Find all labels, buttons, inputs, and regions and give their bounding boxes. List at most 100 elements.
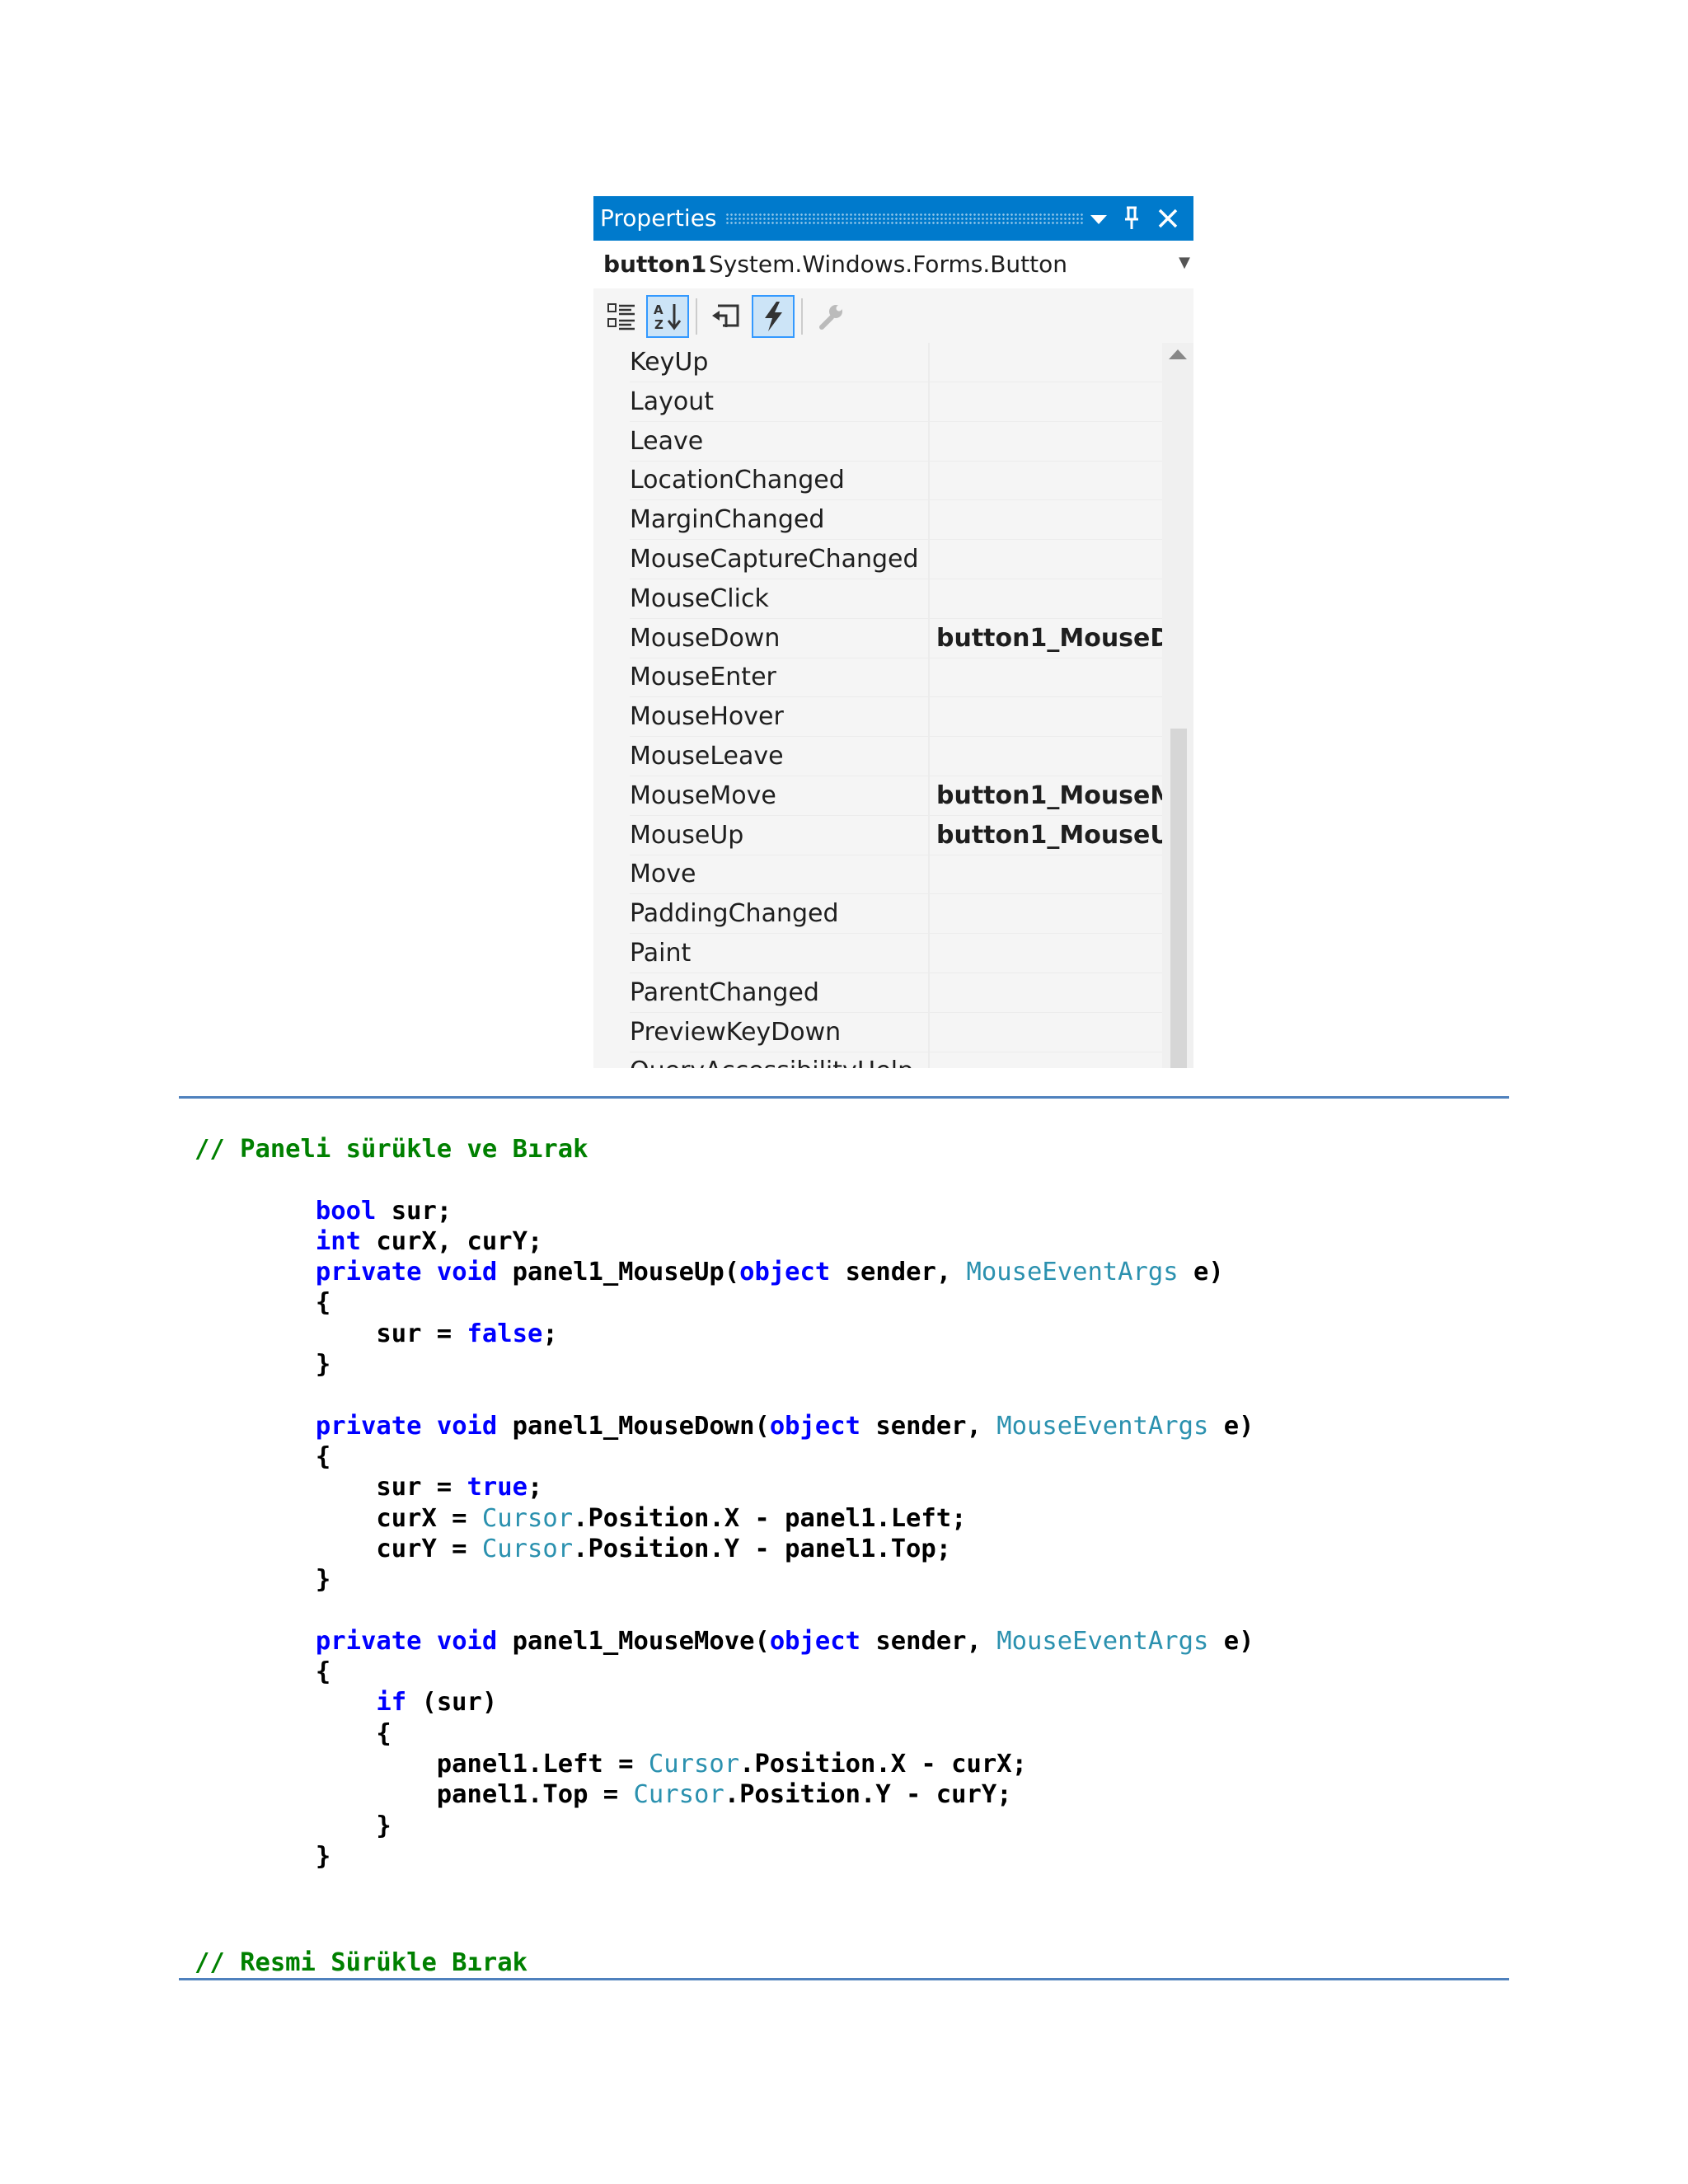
column-divider bbox=[928, 421, 930, 462]
scroll-up-arrow-icon[interactable] bbox=[1169, 349, 1187, 359]
close-icon[interactable] bbox=[1152, 201, 1184, 236]
property-value[interactable] bbox=[931, 579, 1162, 618]
chevron-down-icon[interactable] bbox=[1083, 201, 1114, 236]
code-token: void bbox=[436, 1258, 498, 1287]
code-line: if (sur) bbox=[195, 1687, 1513, 1718]
property-row[interactable]: MouseMove button1_MouseMove bbox=[593, 776, 1162, 816]
property-row[interactable]: Paint bbox=[593, 934, 1162, 973]
property-name: ParentChanged bbox=[630, 977, 819, 1007]
property-name: LocationChanged bbox=[630, 466, 845, 495]
code-token: } bbox=[195, 1565, 331, 1595]
code-token: false bbox=[467, 1319, 543, 1348]
property-value[interactable] bbox=[931, 855, 1162, 893]
column-divider bbox=[928, 658, 930, 698]
property-name: Leave bbox=[630, 426, 704, 456]
code-token: curX = bbox=[195, 1503, 482, 1533]
pin-icon[interactable] bbox=[1116, 201, 1147, 236]
code-token: panel1_MouseMove( bbox=[497, 1626, 770, 1656]
property-pages-icon[interactable] bbox=[809, 295, 852, 338]
code-token: .Position.Y - curY; bbox=[724, 1780, 1012, 1810]
code-line: } bbox=[195, 1841, 1513, 1872]
title-grip[interactable] bbox=[725, 213, 1083, 224]
categorized-icon[interactable] bbox=[600, 295, 643, 338]
property-row[interactable]: LocationChanged bbox=[593, 461, 1162, 501]
property-value[interactable] bbox=[931, 540, 1162, 579]
property-value[interactable] bbox=[931, 382, 1162, 421]
property-value[interactable] bbox=[931, 461, 1162, 499]
code-line: panel1.Left = Cursor.Position.X - curX; bbox=[195, 1749, 1513, 1779]
property-name: MouseMove bbox=[630, 780, 776, 810]
property-value[interactable]: button1_MouseUp bbox=[931, 816, 1162, 855]
property-row[interactable]: MouseClick bbox=[593, 579, 1162, 619]
toolbar-separator bbox=[801, 298, 803, 335]
property-value[interactable] bbox=[931, 422, 1162, 461]
property-name: MouseHover bbox=[630, 702, 784, 732]
code-token: Cursor bbox=[633, 1780, 724, 1810]
property-row[interactable]: PreviewKeyDown bbox=[593, 1012, 1162, 1052]
code-token: true bbox=[467, 1473, 528, 1502]
property-row[interactable]: PaddingChanged bbox=[593, 894, 1162, 935]
code-token: (sur) bbox=[406, 1688, 498, 1718]
property-row[interactable]: KeyUp bbox=[593, 343, 1162, 382]
code-token: panel1.Top = bbox=[195, 1780, 634, 1810]
property-row[interactable]: Layout bbox=[593, 382, 1162, 422]
code-token: .Position.Y - panel1.Top; bbox=[573, 1534, 952, 1563]
section-comment: // Resmi Sürükle Bırak bbox=[195, 1948, 528, 1977]
vertical-scrollbar[interactable] bbox=[1162, 343, 1193, 1068]
code-line: curX = Cursor.Position.X - panel1.Left; bbox=[195, 1503, 1513, 1534]
code-token: Cursor bbox=[481, 1503, 574, 1533]
property-value[interactable] bbox=[931, 973, 1162, 1012]
property-row[interactable]: MouseLeave bbox=[593, 737, 1162, 776]
object-selector[interactable]: button1 System.Windows.Forms.Button ▼ bbox=[593, 241, 1193, 288]
code-line: // Paneli sürükle ve Bırak bbox=[195, 1134, 1513, 1165]
property-row[interactable]: Move bbox=[593, 855, 1162, 895]
property-value[interactable]: button1_MouseDown bbox=[931, 619, 1162, 658]
property-value[interactable] bbox=[931, 737, 1162, 776]
scroll-thumb[interactable] bbox=[1170, 729, 1187, 1068]
code-token: panel1_MouseUp( bbox=[497, 1258, 740, 1287]
property-value[interactable] bbox=[931, 658, 1162, 696]
column-divider bbox=[928, 855, 930, 895]
code-token: ; bbox=[527, 1473, 543, 1502]
property-row[interactable]: Leave bbox=[593, 421, 1162, 462]
code-token: MouseEventArgs bbox=[996, 1411, 1209, 1441]
property-row[interactable]: MarginChanged bbox=[593, 500, 1162, 541]
property-row[interactable]: MouseHover bbox=[593, 697, 1162, 738]
property-row[interactable]: ParentChanged bbox=[593, 972, 1162, 1013]
property-name: MarginChanged bbox=[630, 505, 825, 535]
property-value[interactable] bbox=[931, 500, 1162, 539]
code-line: } bbox=[195, 1564, 1513, 1595]
events-icon[interactable] bbox=[752, 295, 795, 338]
property-value[interactable] bbox=[931, 697, 1162, 736]
property-value[interactable] bbox=[931, 1052, 1162, 1068]
code-token: void bbox=[436, 1626, 498, 1656]
property-row[interactable]: MouseDown button1_MouseDown bbox=[593, 618, 1162, 658]
property-row[interactable]: MouseCaptureChanged bbox=[593, 540, 1162, 579]
property-value[interactable] bbox=[931, 934, 1162, 972]
property-row[interactable]: MouseUp button1_MouseUp bbox=[593, 815, 1162, 855]
dropdown-arrow-icon[interactable]: ▼ bbox=[1179, 254, 1190, 271]
properties-title-bar[interactable]: Properties bbox=[593, 196, 1193, 241]
code-token: { bbox=[195, 1718, 392, 1748]
property-value[interactable] bbox=[931, 894, 1162, 933]
properties-icon[interactable] bbox=[704, 295, 747, 338]
code-line: sur = false; bbox=[195, 1319, 1513, 1349]
code-token: MouseEventArgs bbox=[996, 1626, 1209, 1656]
code-token: sender, bbox=[830, 1258, 967, 1287]
code-token: Cursor bbox=[481, 1534, 574, 1563]
property-value[interactable] bbox=[931, 1013, 1162, 1052]
code-line: int curX, curY; bbox=[195, 1226, 1513, 1257]
code-line: private void panel1_MouseDown(object sen… bbox=[195, 1411, 1513, 1441]
code-token: sender, bbox=[860, 1626, 997, 1656]
alphabetical-icon[interactable]: A Z bbox=[646, 295, 689, 338]
property-row[interactable]: MouseEnter bbox=[593, 658, 1162, 698]
property-value[interactable] bbox=[931, 343, 1162, 382]
code-line: curY = Cursor.Position.Y - panel1.Top; bbox=[195, 1534, 1513, 1564]
properties-toolbar: A Z bbox=[593, 288, 1193, 343]
property-value[interactable]: button1_MouseMove bbox=[931, 776, 1162, 815]
property-row[interactable]: QueryAccessibilityHelp bbox=[593, 1052, 1162, 1068]
